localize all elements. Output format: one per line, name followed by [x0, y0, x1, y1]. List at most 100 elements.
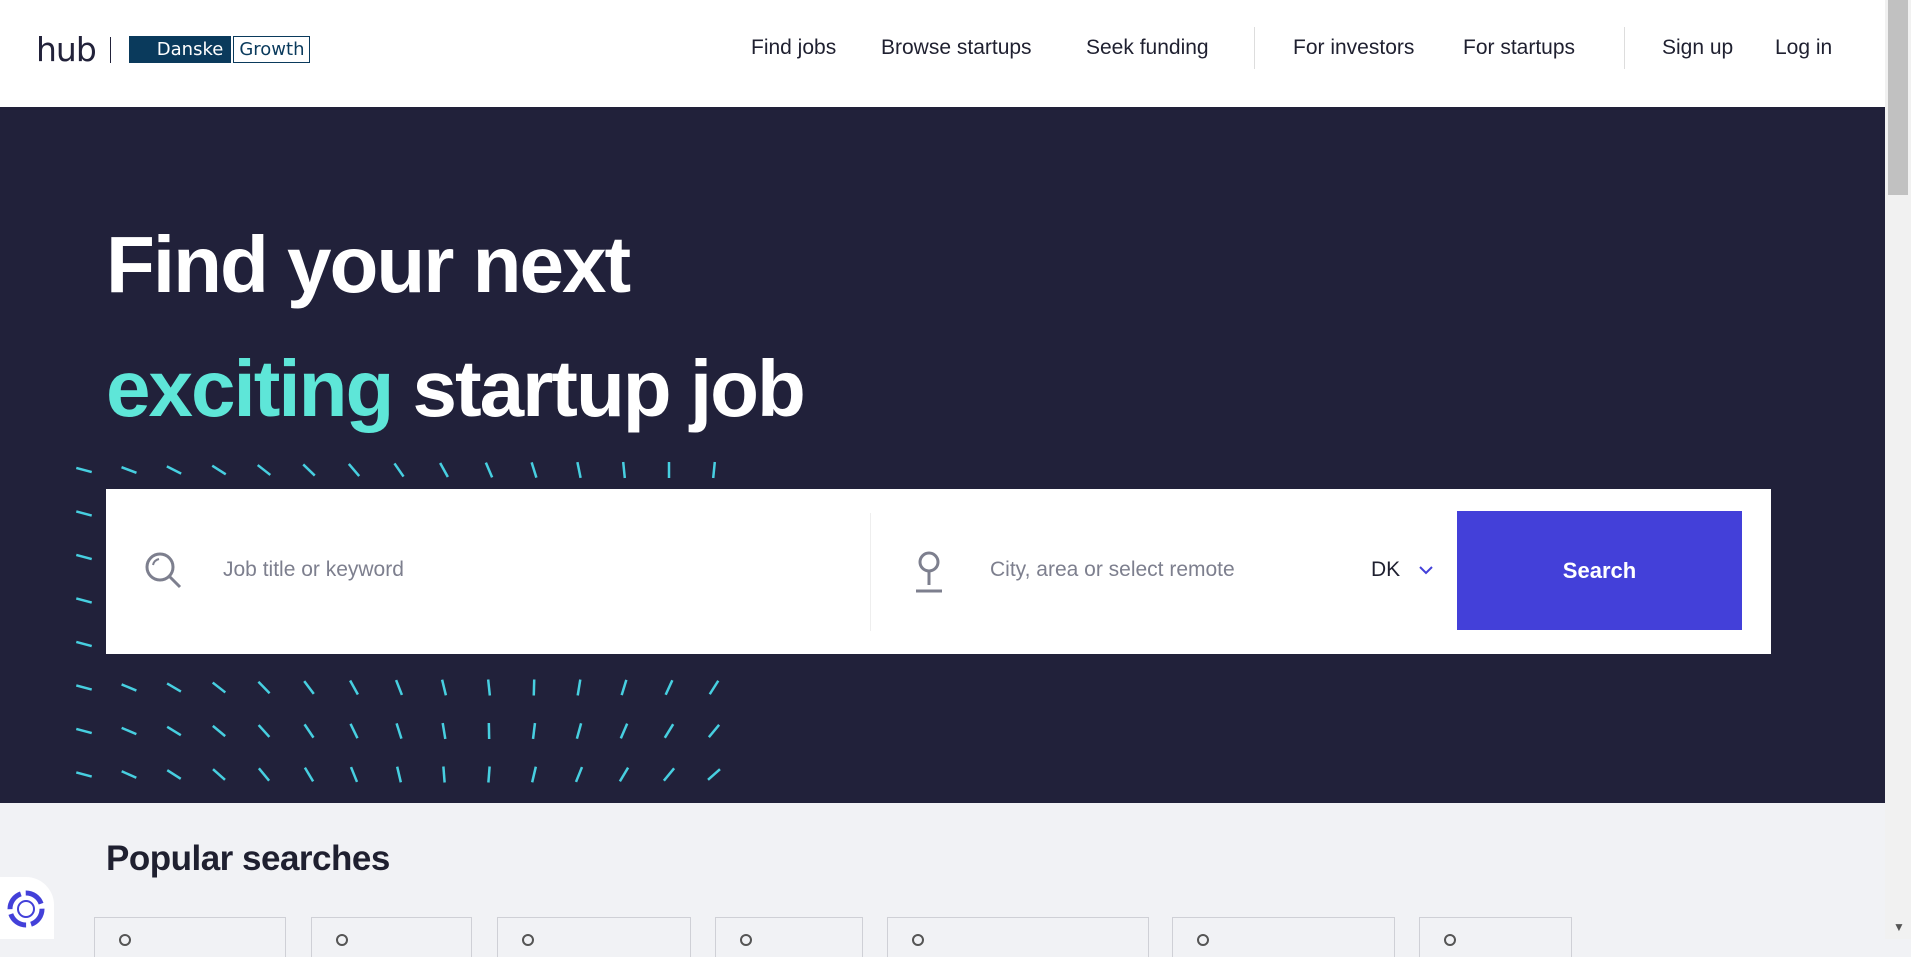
dash-mark [122, 684, 137, 690]
dash-mark [351, 767, 357, 782]
dash-mark [486, 463, 492, 478]
chip-icon [336, 934, 348, 946]
search-divider [870, 513, 871, 631]
nav-for-investors[interactable]: For investors [1293, 36, 1414, 60]
nav-log-in[interactable]: Log in [1775, 36, 1832, 60]
location-input[interactable]: City, area or select remote [990, 558, 1235, 582]
nav-find-jobs[interactable]: Find jobs [751, 36, 836, 60]
nav-sign-up[interactable]: Sign up [1662, 36, 1733, 60]
dash-mark [167, 466, 181, 473]
scrollbar-thumb[interactable] [1888, 0, 1908, 195]
dash-mark [664, 768, 674, 780]
country-select[interactable]: DK [1371, 558, 1434, 582]
dash-mark [76, 642, 91, 646]
dash-mark [303, 464, 315, 475]
dash-mark [213, 683, 226, 693]
growth-logo: Growth [233, 36, 310, 63]
dash-mark [212, 466, 226, 475]
dash-mark [167, 770, 180, 779]
country-value: DK [1371, 558, 1400, 581]
dash-mark [305, 768, 313, 782]
dash-mark [305, 724, 314, 737]
dash-mark [259, 725, 270, 737]
dash-mark [350, 681, 358, 695]
dash-mark [443, 767, 444, 783]
dash-mark [122, 771, 137, 777]
nav-browse-startups[interactable]: Browse startups [881, 36, 1032, 60]
danske-logo: Danske [129, 36, 232, 63]
dash-mark [76, 729, 91, 733]
dash-mark [622, 680, 627, 695]
dash-mark [713, 462, 715, 478]
scroll-down-arrow-icon[interactable]: ▼ [1893, 920, 1905, 934]
dash-mark [397, 723, 402, 738]
keyword-input[interactable]: Job title or keyword [223, 558, 404, 582]
chip-icon [119, 934, 131, 946]
dash-mark [397, 767, 401, 783]
chip-icon [740, 934, 752, 946]
top-navbar: hub Danske Growth Find jobs Browse start… [0, 0, 1885, 107]
popular-search-chip[interactable] [311, 917, 472, 957]
dash-mark [532, 462, 537, 477]
hub-logo: hub [36, 30, 96, 69]
dash-mark [578, 680, 581, 696]
popular-search-chip[interactable] [1172, 917, 1395, 957]
nav-divider [1254, 27, 1255, 69]
location-pin-icon [914, 551, 944, 595]
dash-mark [213, 769, 225, 780]
dash-mark [708, 769, 720, 780]
chip-icon [1444, 934, 1456, 946]
search-icon [144, 551, 184, 591]
nav-for-startups[interactable]: For startups [1463, 36, 1575, 60]
dash-mark [488, 680, 490, 696]
dash-mark [122, 467, 137, 473]
logo-divider [110, 37, 111, 63]
popular-search-chip[interactable] [887, 917, 1149, 957]
dash-mark [577, 723, 581, 738]
dash-mark [709, 725, 719, 737]
search-button[interactable]: Search [1457, 511, 1742, 630]
dash-mark [665, 724, 673, 738]
chip-icon [522, 934, 534, 946]
chip-icon [912, 934, 924, 946]
dash-mark [258, 465, 271, 475]
dash-mark [621, 724, 627, 739]
hub-danske-growth-logo[interactable]: hub Danske Growth [36, 30, 310, 69]
dash-mark [76, 555, 91, 559]
nav-seek-funding[interactable]: Seek funding [1086, 36, 1209, 60]
dash-mark [623, 462, 625, 478]
popular-search-chip[interactable] [715, 917, 863, 957]
job-search-form: Job title or keyword City, area or selec… [106, 489, 1771, 654]
dash-mark [533, 723, 535, 739]
dash-mark [576, 767, 582, 782]
hero-title: Find your next exciting startup job [106, 203, 804, 451]
dash-mark [396, 680, 402, 695]
dash-mark [76, 685, 91, 689]
dash-mark [532, 767, 536, 783]
dash-mark [304, 681, 314, 694]
popular-search-chip[interactable] [94, 917, 286, 957]
dash-mark [167, 683, 181, 691]
dash-mark [394, 463, 403, 476]
dash-mark [620, 768, 628, 782]
nav-divider [1624, 27, 1625, 69]
page-scrollbar[interactable]: ▼ [1885, 0, 1911, 939]
popular-searches-title: Popular searches [106, 839, 390, 879]
cookie-icon [4, 887, 48, 931]
hero-section: Find your next exciting startup job Job … [0, 107, 1885, 803]
hero-title-accent: exciting [106, 344, 392, 433]
dash-mark [76, 468, 91, 472]
cookie-settings-widget[interactable] [0, 877, 54, 939]
dash-mark [76, 772, 91, 776]
dash-mark [167, 727, 181, 735]
dash-mark [488, 767, 489, 783]
popular-search-chip[interactable] [497, 917, 691, 957]
dash-mark [443, 723, 446, 739]
dash-mark [351, 724, 358, 738]
dash-mark [258, 682, 269, 693]
dash-mark [349, 464, 359, 476]
chip-icon [1197, 934, 1209, 946]
dash-mark [440, 463, 448, 477]
popular-search-chip[interactable] [1419, 917, 1572, 957]
dash-mark [710, 681, 719, 695]
